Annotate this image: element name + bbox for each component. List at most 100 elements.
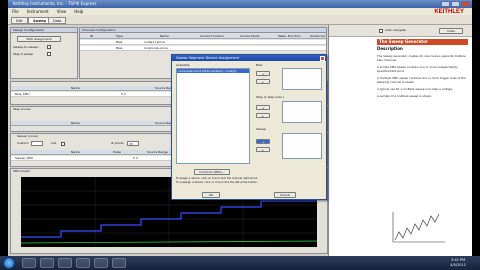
- channel-table-header: ID Type Name Source Function Source Mode…: [80, 34, 326, 39]
- help-example-graph: [389, 208, 449, 246]
- col-source-range: Source Range: [147, 150, 168, 154]
- list-label: List: [51, 141, 57, 145]
- minimize-icon[interactable]: [441, 1, 450, 7]
- taskbar-app-icon[interactable]: [112, 258, 126, 268]
- col-source-function: Source Function: [200, 34, 225, 38]
- toolbar: Edit Sweep Data: [8, 15, 472, 25]
- taskbar-app-icon[interactable]: [94, 258, 108, 268]
- bias-range: 5 V: [121, 92, 126, 96]
- col-advanced: Advanced: [310, 34, 325, 38]
- custom-label: Custom: [17, 141, 29, 145]
- taskbar: 3:41 PM 4/5/2011: [0, 256, 480, 270]
- window-titlebar: Keithley Instruments, Inc. - TSP® Expres…: [8, 0, 472, 8]
- help-paragraph: A typical use for a multiple sweep is to…: [377, 87, 454, 91]
- col-type: Type: [116, 34, 123, 38]
- auto-navigate-checkbox[interactable]: [379, 29, 383, 33]
- col-name: Name: [160, 34, 169, 38]
- menu-file[interactable]: File: [12, 8, 19, 15]
- taskbar-app-icon[interactable]: [76, 258, 90, 268]
- row-type: Bias: [116, 46, 123, 50]
- bias-name: Bias_SMU: [15, 92, 30, 96]
- help-subtitle: Description: [377, 46, 403, 51]
- bias-list[interactable]: [282, 68, 322, 90]
- bias-left-arrow-button[interactable]: ←: [256, 79, 270, 84]
- sweep-config-header: Sweep Configuration: [11, 28, 77, 33]
- bias-right-arrow-button[interactable]: →: [256, 71, 270, 76]
- sweep-label: Sweep: [256, 127, 266, 131]
- step-sweep-checkbox[interactable]: [47, 52, 51, 56]
- taskbar-app-icon[interactable]: [58, 258, 72, 268]
- step-sweep-label: Step 0 sweep: [13, 52, 34, 56]
- step-label: Step (1 step max.): [256, 95, 284, 99]
- list-item[interactable]: composite.smu1 [0101 parallel] - node[1]: [177, 69, 249, 73]
- col-name: Name: [71, 86, 80, 90]
- dialog-title: Sweep Segment Device Assignment: [176, 56, 240, 60]
- help-paragraph: A simple SMU sweep contains one or more …: [377, 65, 458, 73]
- smu-assignment-button[interactable]: SMU Assignment: [17, 36, 61, 42]
- custom-select[interactable]: [31, 141, 43, 146]
- dialog-titlebar: Sweep Segment Device Assignment: [172, 55, 326, 61]
- menu-help[interactable]: Help: [74, 8, 83, 15]
- device-assignment-dialog: Sweep Segment Device Assignment Availabl…: [171, 54, 327, 200]
- tab-data[interactable]: Data: [48, 17, 67, 24]
- step-right-arrow-button[interactable]: →: [256, 105, 270, 110]
- taskbar-app-icon[interactable]: [22, 258, 36, 268]
- cancel-button[interactable]: Cancel: [274, 192, 296, 198]
- sweep-source-range: 5 V: [133, 156, 138, 160]
- sweep-list[interactable]: [282, 133, 322, 159]
- menu-instrument[interactable]: Instrument: [27, 8, 49, 15]
- col-name: Name: [71, 150, 80, 154]
- row-name: localnode.smua: [144, 46, 168, 50]
- col-id: ID: [90, 34, 94, 38]
- tab-edit[interactable]: Edit: [11, 17, 28, 24]
- table-row[interactable]: Bias node[1].smua: [80, 40, 326, 45]
- help-paragraph: The Sweep Generator creates IQ, source a…: [377, 54, 466, 62]
- available-list[interactable]: composite.smu1 [0101 parallel] - node[1]: [176, 68, 250, 164]
- combine-smus-button[interactable]: Combine SMUs...: [194, 169, 230, 175]
- graph-header: SMU Graph: [13, 169, 30, 173]
- help-graph-svg: [392, 212, 445, 243]
- bias-label: Bias: [256, 63, 263, 67]
- help-paragraph: A multiple SMU sweep contains one or mor…: [377, 76, 466, 84]
- system-clock[interactable]: 3:41 PM 4/5/2011: [450, 258, 466, 268]
- sweep-name: Sweep_SMU: [15, 156, 34, 160]
- col-meas-function: Meas. Function: [278, 34, 301, 38]
- sweep-to-sweep-label: Sweep-to-sweep:: [13, 45, 39, 49]
- sweep-header: Sweep (none): [17, 134, 38, 138]
- auto-navigate-label: auto-navigate: [385, 28, 407, 32]
- help-paragraph: A sample of a multiple sweep is shown.: [377, 94, 433, 98]
- taskbar-app-icon[interactable]: [40, 258, 54, 268]
- maximize-icon[interactable]: [451, 1, 460, 7]
- help-pane: auto-navigate Index The Sweep Generator …: [328, 25, 472, 256]
- help-body: The Sweep Generator creates IQ, source a…: [377, 54, 468, 101]
- window-controls: [441, 1, 470, 7]
- col-name: Name: [71, 121, 80, 125]
- dialog-close-icon[interactable]: [320, 55, 325, 61]
- help-text-unassign: To unassign a device, click on it and cl…: [176, 181, 258, 184]
- close-icon[interactable]: [461, 1, 470, 7]
- step-header: Step (none): [13, 107, 31, 111]
- sweep-to-sweep-checkbox[interactable]: [47, 45, 51, 49]
- clock-date: 4/5/2011: [450, 263, 466, 267]
- sweep-right-arrow-button[interactable]: →: [256, 139, 270, 144]
- index-button[interactable]: Index: [439, 28, 463, 34]
- step-list[interactable]: [282, 101, 322, 123]
- start-button[interactable]: [3, 257, 15, 269]
- row-name: node[1].smua: [144, 40, 165, 44]
- list-checkbox[interactable]: [61, 142, 65, 146]
- points-label: # points: [111, 141, 124, 145]
- row-type: Bias: [116, 40, 123, 44]
- window-title: Keithley Instruments, Inc. - TSP® Expres…: [13, 1, 97, 6]
- step-left-arrow-button[interactable]: ←: [256, 113, 270, 118]
- points-input[interactable]: 15: [127, 141, 139, 146]
- help-title: The Sweep Generator: [377, 39, 468, 45]
- help-toolbar: auto-navigate Index: [329, 25, 472, 37]
- col-pulse: Pulse: [113, 150, 121, 154]
- app-window: Keithley Instruments, Inc. - TSP® Expres…: [8, 0, 472, 256]
- col-source-mode: Source Mode: [240, 34, 260, 38]
- menu-bar: File Instrument View Help: [8, 8, 472, 15]
- table-row[interactable]: Bias localnode.smua: [80, 46, 326, 51]
- sweep-left-arrow-button[interactable]: ←: [256, 147, 270, 152]
- ok-button[interactable]: OK: [202, 192, 220, 198]
- menu-view[interactable]: View: [57, 8, 67, 15]
